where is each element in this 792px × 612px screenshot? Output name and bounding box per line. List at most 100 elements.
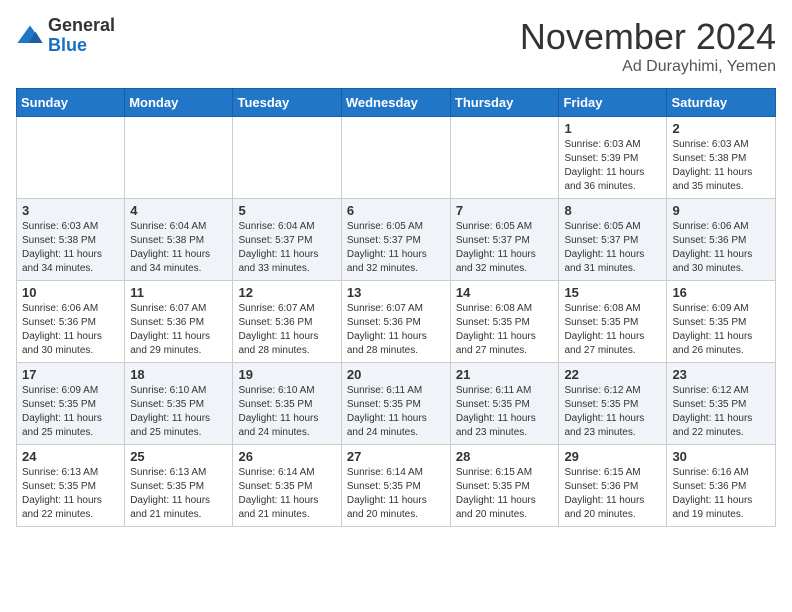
day-number: 19 bbox=[238, 367, 335, 382]
calendar-cell: 30Sunrise: 6:16 AM Sunset: 5:36 PM Dayli… bbox=[667, 445, 776, 527]
day-info: Sunrise: 6:03 AM Sunset: 5:39 PM Dayligh… bbox=[564, 138, 661, 194]
day-info: Sunrise: 6:10 AM Sunset: 5:35 PM Dayligh… bbox=[130, 384, 227, 440]
calendar-cell: 1 Sunrise: 6:03 AM Sunset: 5:39 PM Daylig… bbox=[559, 117, 667, 199]
day-info: Sunrise: 6:10 AM Sunset: 5:35 PM Dayligh… bbox=[238, 384, 335, 440]
calendar-cell: 13 Sunrise: 6:07 AM Sunset: 5:36 PM Dayli… bbox=[341, 281, 450, 363]
day-info: Sunrise: 6:12 AM Sunset: 5:35 PM Dayligh… bbox=[672, 384, 770, 440]
day-info: Sunrise: 6:13 AM Sunset: 5:35 PM Dayligh… bbox=[130, 466, 227, 522]
day-number: 11 bbox=[130, 285, 227, 300]
day-number: 16 bbox=[672, 285, 770, 300]
day-info: Sunrise: 6:07 AM Sunset: 5:36 PM Dayligh… bbox=[130, 302, 227, 358]
calendar-cell bbox=[233, 117, 341, 199]
day-number: 13 bbox=[347, 285, 445, 300]
weekday-header: Monday bbox=[125, 89, 233, 117]
day-info: Sunrise: 6:15 AM Sunset: 5:35 PM Dayligh… bbox=[456, 466, 554, 522]
calendar-header-row: SundayMondayTuesdayWednesdayThursdayFrid… bbox=[17, 89, 776, 117]
day-number: 7 bbox=[456, 203, 554, 218]
calendar-week-row: 10 Sunrise: 6:06 AM Sunset: 5:36 PM Dayli… bbox=[17, 281, 776, 363]
weekday-header: Saturday bbox=[667, 89, 776, 117]
logo: General Blue bbox=[16, 16, 115, 56]
calendar-week-row: 17 Sunrise: 6:09 AM Sunset: 5:35 PM Dayli… bbox=[17, 363, 776, 445]
calendar-cell: 15Sunrise: 6:08 AM Sunset: 5:35 PM Dayli… bbox=[559, 281, 667, 363]
calendar-cell: 25Sunrise: 6:13 AM Sunset: 5:35 PM Dayli… bbox=[125, 445, 233, 527]
day-number: 10 bbox=[22, 285, 119, 300]
calendar-cell: 11 Sunrise: 6:07 AM Sunset: 5:36 PM Dayli… bbox=[125, 281, 233, 363]
day-info: Sunrise: 6:05 AM Sunset: 5:37 PM Dayligh… bbox=[347, 220, 445, 276]
day-number: 30 bbox=[672, 449, 770, 464]
calendar-cell bbox=[450, 117, 559, 199]
weekday-header: Thursday bbox=[450, 89, 559, 117]
day-info: Sunrise: 6:11 AM Sunset: 5:35 PM Dayligh… bbox=[347, 384, 445, 440]
day-info: Sunrise: 6:08 AM Sunset: 5:35 PM Dayligh… bbox=[456, 302, 554, 358]
day-info: Sunrise: 6:06 AM Sunset: 5:36 PM Dayligh… bbox=[22, 302, 119, 358]
calendar-cell: 17 Sunrise: 6:09 AM Sunset: 5:35 PM Dayli… bbox=[17, 363, 125, 445]
day-info: Sunrise: 6:15 AM Sunset: 5:36 PM Dayligh… bbox=[564, 466, 661, 522]
calendar-cell: 14 Sunrise: 6:08 AM Sunset: 5:35 PM Dayli… bbox=[450, 281, 559, 363]
calendar-cell: 10 Sunrise: 6:06 AM Sunset: 5:36 PM Dayli… bbox=[17, 281, 125, 363]
day-info: Sunrise: 6:04 AM Sunset: 5:38 PM Dayligh… bbox=[130, 220, 227, 276]
calendar-cell bbox=[125, 117, 233, 199]
day-info: Sunrise: 6:09 AM Sunset: 5:35 PM Dayligh… bbox=[672, 302, 770, 358]
day-info: Sunrise: 6:07 AM Sunset: 5:36 PM Dayligh… bbox=[347, 302, 445, 358]
day-number: 15 bbox=[564, 285, 661, 300]
day-info: Sunrise: 6:13 AM Sunset: 5:35 PM Dayligh… bbox=[22, 466, 119, 522]
calendar-cell: 8 Sunrise: 6:05 AM Sunset: 5:37 PM Daylig… bbox=[559, 199, 667, 281]
title-block: November 2024 Ad Durayhimi, Yemen bbox=[520, 16, 776, 76]
calendar-cell: 16 Sunrise: 6:09 AM Sunset: 5:35 PM Dayli… bbox=[667, 281, 776, 363]
calendar-body: 1 Sunrise: 6:03 AM Sunset: 5:39 PM Daylig… bbox=[17, 117, 776, 527]
calendar-cell: 4 Sunrise: 6:04 AM Sunset: 5:38 PM Daylig… bbox=[125, 199, 233, 281]
day-number: 8 bbox=[564, 203, 661, 218]
calendar-cell: 20 Sunrise: 6:11 AM Sunset: 5:35 PM Dayli… bbox=[341, 363, 450, 445]
day-number: 27 bbox=[347, 449, 445, 464]
day-number: 28 bbox=[456, 449, 554, 464]
day-number: 3 bbox=[22, 203, 119, 218]
weekday-header: Sunday bbox=[17, 89, 125, 117]
day-info: Sunrise: 6:05 AM Sunset: 5:37 PM Dayligh… bbox=[564, 220, 661, 276]
calendar-week-row: 3Sunrise: 6:03 AM Sunset: 5:38 PM Daylig… bbox=[17, 199, 776, 281]
day-info: Sunrise: 6:11 AM Sunset: 5:35 PM Dayligh… bbox=[456, 384, 554, 440]
day-number: 14 bbox=[456, 285, 554, 300]
day-number: 6 bbox=[347, 203, 445, 218]
day-info: Sunrise: 6:07 AM Sunset: 5:36 PM Dayligh… bbox=[238, 302, 335, 358]
day-number: 5 bbox=[238, 203, 335, 218]
calendar-week-row: 1 Sunrise: 6:03 AM Sunset: 5:39 PM Daylig… bbox=[17, 117, 776, 199]
calendar-cell: 24 Sunrise: 6:13 AM Sunset: 5:35 PM Dayli… bbox=[17, 445, 125, 527]
location-title: Ad Durayhimi, Yemen bbox=[520, 58, 776, 76]
day-number: 12 bbox=[238, 285, 335, 300]
day-number: 22 bbox=[564, 367, 661, 382]
day-number: 2 bbox=[672, 121, 770, 136]
calendar-cell: 5 Sunrise: 6:04 AM Sunset: 5:37 PM Daylig… bbox=[233, 199, 341, 281]
calendar-cell: 29 Sunrise: 6:15 AM Sunset: 5:36 PM Dayli… bbox=[559, 445, 667, 527]
calendar-cell: 18Sunrise: 6:10 AM Sunset: 5:35 PM Dayli… bbox=[125, 363, 233, 445]
calendar-week-row: 24 Sunrise: 6:13 AM Sunset: 5:35 PM Dayli… bbox=[17, 445, 776, 527]
weekday-header: Wednesday bbox=[341, 89, 450, 117]
calendar-cell: 22Sunrise: 6:12 AM Sunset: 5:35 PM Dayli… bbox=[559, 363, 667, 445]
day-number: 9 bbox=[672, 203, 770, 218]
day-number: 20 bbox=[347, 367, 445, 382]
calendar-cell: 27Sunrise: 6:14 AM Sunset: 5:35 PM Dayli… bbox=[341, 445, 450, 527]
calendar-cell: 2Sunrise: 6:03 AM Sunset: 5:38 PM Daylig… bbox=[667, 117, 776, 199]
day-number: 4 bbox=[130, 203, 227, 218]
calendar-cell: 19 Sunrise: 6:10 AM Sunset: 5:35 PM Dayli… bbox=[233, 363, 341, 445]
day-info: Sunrise: 6:04 AM Sunset: 5:37 PM Dayligh… bbox=[238, 220, 335, 276]
weekday-header: Friday bbox=[559, 89, 667, 117]
day-info: Sunrise: 6:06 AM Sunset: 5:36 PM Dayligh… bbox=[672, 220, 770, 276]
logo-icon bbox=[16, 22, 44, 50]
calendar-cell bbox=[341, 117, 450, 199]
day-number: 1 bbox=[564, 121, 661, 136]
calendar-cell: 26Sunrise: 6:14 AM Sunset: 5:35 PM Dayli… bbox=[233, 445, 341, 527]
weekday-header: Tuesday bbox=[233, 89, 341, 117]
day-number: 21 bbox=[456, 367, 554, 382]
day-number: 23 bbox=[672, 367, 770, 382]
logo-text: General Blue bbox=[48, 16, 115, 56]
calendar-cell: 28 Sunrise: 6:15 AM Sunset: 5:35 PM Dayli… bbox=[450, 445, 559, 527]
calendar-cell: 6 Sunrise: 6:05 AM Sunset: 5:37 PM Daylig… bbox=[341, 199, 450, 281]
month-title: November 2024 bbox=[520, 16, 776, 58]
calendar-cell: 21 Sunrise: 6:11 AM Sunset: 5:35 PM Dayli… bbox=[450, 363, 559, 445]
day-number: 26 bbox=[238, 449, 335, 464]
day-info: Sunrise: 6:05 AM Sunset: 5:37 PM Dayligh… bbox=[456, 220, 554, 276]
day-number: 29 bbox=[564, 449, 661, 464]
day-info: Sunrise: 6:09 AM Sunset: 5:35 PM Dayligh… bbox=[22, 384, 119, 440]
day-number: 24 bbox=[22, 449, 119, 464]
day-number: 17 bbox=[22, 367, 119, 382]
